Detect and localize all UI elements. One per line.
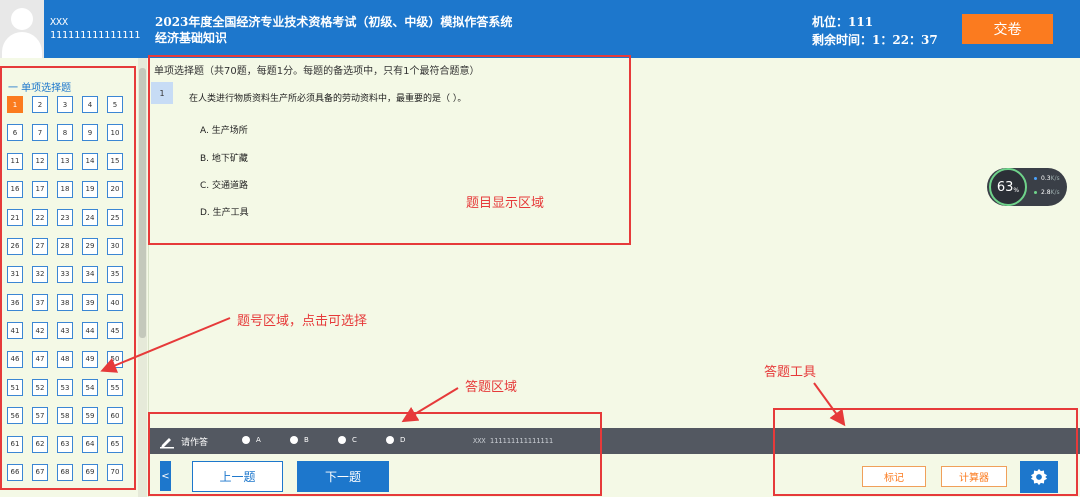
annotation-arrows [100,317,846,427]
